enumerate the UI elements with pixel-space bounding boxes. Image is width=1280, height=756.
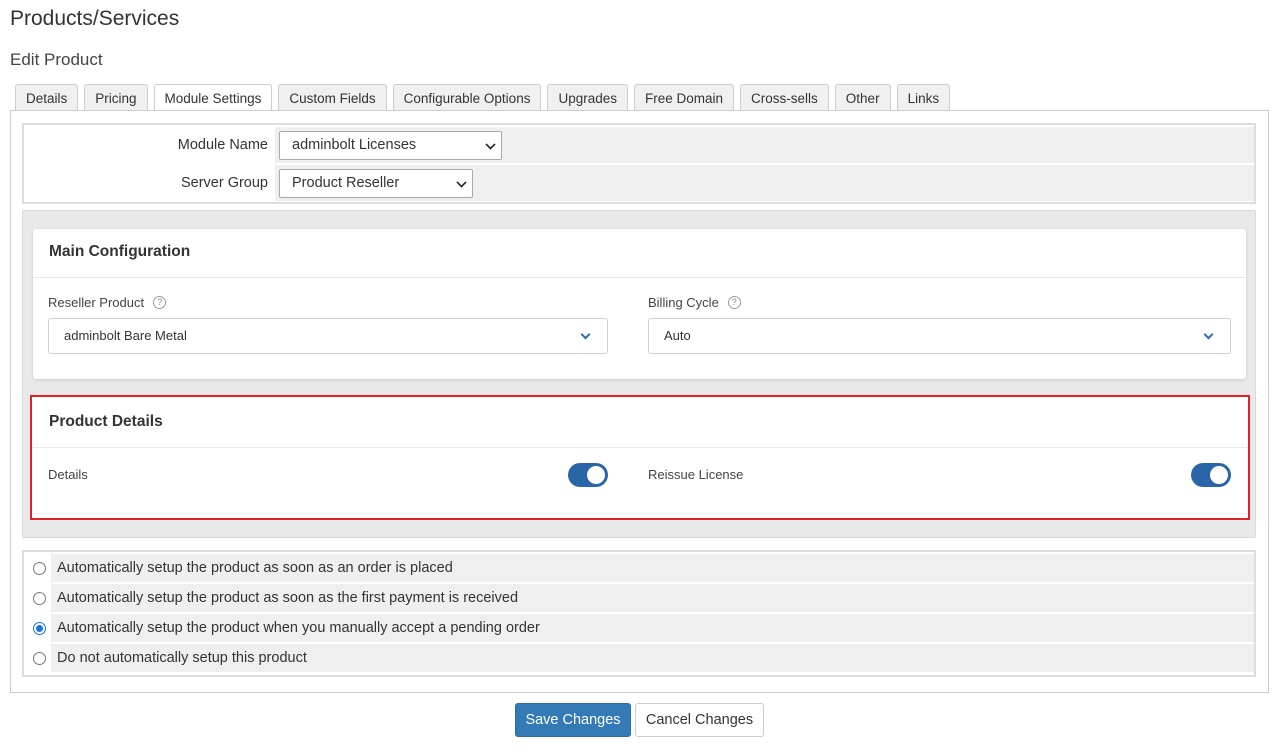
panel-divider	[33, 277, 1246, 278]
billing-cycle-label: Billing Cycle ?	[648, 295, 741, 310]
setup-option-row: Do not automatically setup this product	[24, 644, 1254, 672]
details-label-text: Details	[48, 467, 88, 482]
setup-option-radio[interactable]	[33, 652, 46, 665]
tab-cross-sells[interactable]: Cross-sells	[740, 84, 829, 111]
product-details-panel: Product Details Details Reissue License	[30, 395, 1250, 520]
setup-option-radio[interactable]	[33, 562, 46, 575]
billing-cycle-dropdown[interactable]: Auto	[648, 318, 1231, 354]
tab-upgrades[interactable]: Upgrades	[547, 84, 628, 111]
tab-other[interactable]: Other	[834, 84, 891, 111]
setup-options-table: Automatically setup the product as soon …	[22, 550, 1256, 677]
server-group-label: Server Group	[180, 175, 268, 191]
setup-option-label: Automatically setup the product as soon …	[51, 584, 1254, 612]
tab-bar: Details Pricing Module Settings Custom F…	[15, 84, 956, 112]
tab-links[interactable]: Links	[896, 84, 951, 111]
tab-pricing[interactable]: Pricing	[84, 84, 148, 111]
server-group-value: Product Reseller	[292, 175, 400, 191]
reissue-license-toggle[interactable]	[1191, 463, 1231, 487]
toggle-knob	[1210, 466, 1228, 484]
page-subtitle: Edit Product	[10, 50, 103, 69]
setup-option-row: Automatically setup the product as soon …	[24, 584, 1254, 612]
module-name-label: Module Name	[177, 137, 268, 153]
module-name-row: Module Name adminbolt Licenses	[24, 127, 1254, 163]
reseller-product-label-text: Reseller Product	[48, 295, 145, 310]
reissue-license-label: Reissue License	[648, 467, 743, 482]
setup-option-label: Do not automatically setup this product	[51, 644, 1254, 672]
chevron-down-icon	[456, 177, 467, 188]
details-toggle[interactable]	[568, 463, 608, 487]
billing-cycle-value: Auto	[664, 328, 691, 343]
help-icon[interactable]: ?	[153, 296, 167, 309]
module-name-cell: adminbolt Licenses	[275, 127, 1254, 163]
server-group-row: Server Group Product Reseller	[24, 165, 1254, 201]
help-icon[interactable]: ?	[727, 296, 741, 309]
module-name-select[interactable]: adminbolt Licenses	[279, 131, 502, 160]
page-title: Products/Services	[10, 7, 180, 30]
reseller-product-dropdown[interactable]: adminbolt Bare Metal	[48, 318, 608, 354]
chevron-down-icon	[580, 329, 591, 340]
server-group-select[interactable]: Product Reseller	[279, 169, 473, 198]
panel-divider	[32, 447, 1248, 448]
details-label: Details	[48, 467, 88, 482]
tab-free-domain[interactable]: Free Domain	[634, 84, 735, 111]
toggle-knob	[587, 466, 605, 484]
save-changes-button[interactable]: Save Changes	[515, 703, 631, 737]
module-form-table: Module Name adminbolt Licenses Server Gr…	[22, 123, 1256, 204]
setup-option-row: Automatically setup the product when you…	[24, 614, 1254, 642]
setup-option-label: Automatically setup the product as soon …	[51, 554, 1254, 582]
tab-module-settings[interactable]: Module Settings	[153, 84, 273, 112]
product-details-title: Product Details	[49, 413, 163, 430]
tab-configurable-options[interactable]: Configurable Options	[392, 84, 542, 111]
cancel-changes-button[interactable]: Cancel Changes	[635, 703, 764, 737]
module-name-value: adminbolt Licenses	[292, 137, 417, 153]
server-group-cell: Product Reseller	[275, 165, 1254, 201]
tab-custom-fields[interactable]: Custom Fields	[278, 84, 387, 111]
billing-cycle-label-text: Billing Cycle	[648, 295, 719, 310]
main-configuration-panel: Main Configuration Reseller Product ? ad…	[33, 229, 1246, 379]
reseller-product-label: Reseller Product ?	[48, 295, 167, 310]
reseller-product-value: adminbolt Bare Metal	[64, 328, 187, 343]
main-configuration-title: Main Configuration	[49, 243, 191, 260]
tab-details[interactable]: Details	[15, 84, 79, 111]
setup-option-row: Automatically setup the product as soon …	[24, 554, 1254, 582]
setup-option-radio[interactable]	[33, 622, 46, 635]
chevron-down-icon	[485, 139, 496, 150]
reissue-license-label-text: Reissue License	[648, 467, 744, 482]
setup-option-radio[interactable]	[33, 592, 46, 605]
chevron-down-icon	[1203, 329, 1214, 340]
setup-option-label: Automatically setup the product when you…	[51, 614, 1254, 642]
